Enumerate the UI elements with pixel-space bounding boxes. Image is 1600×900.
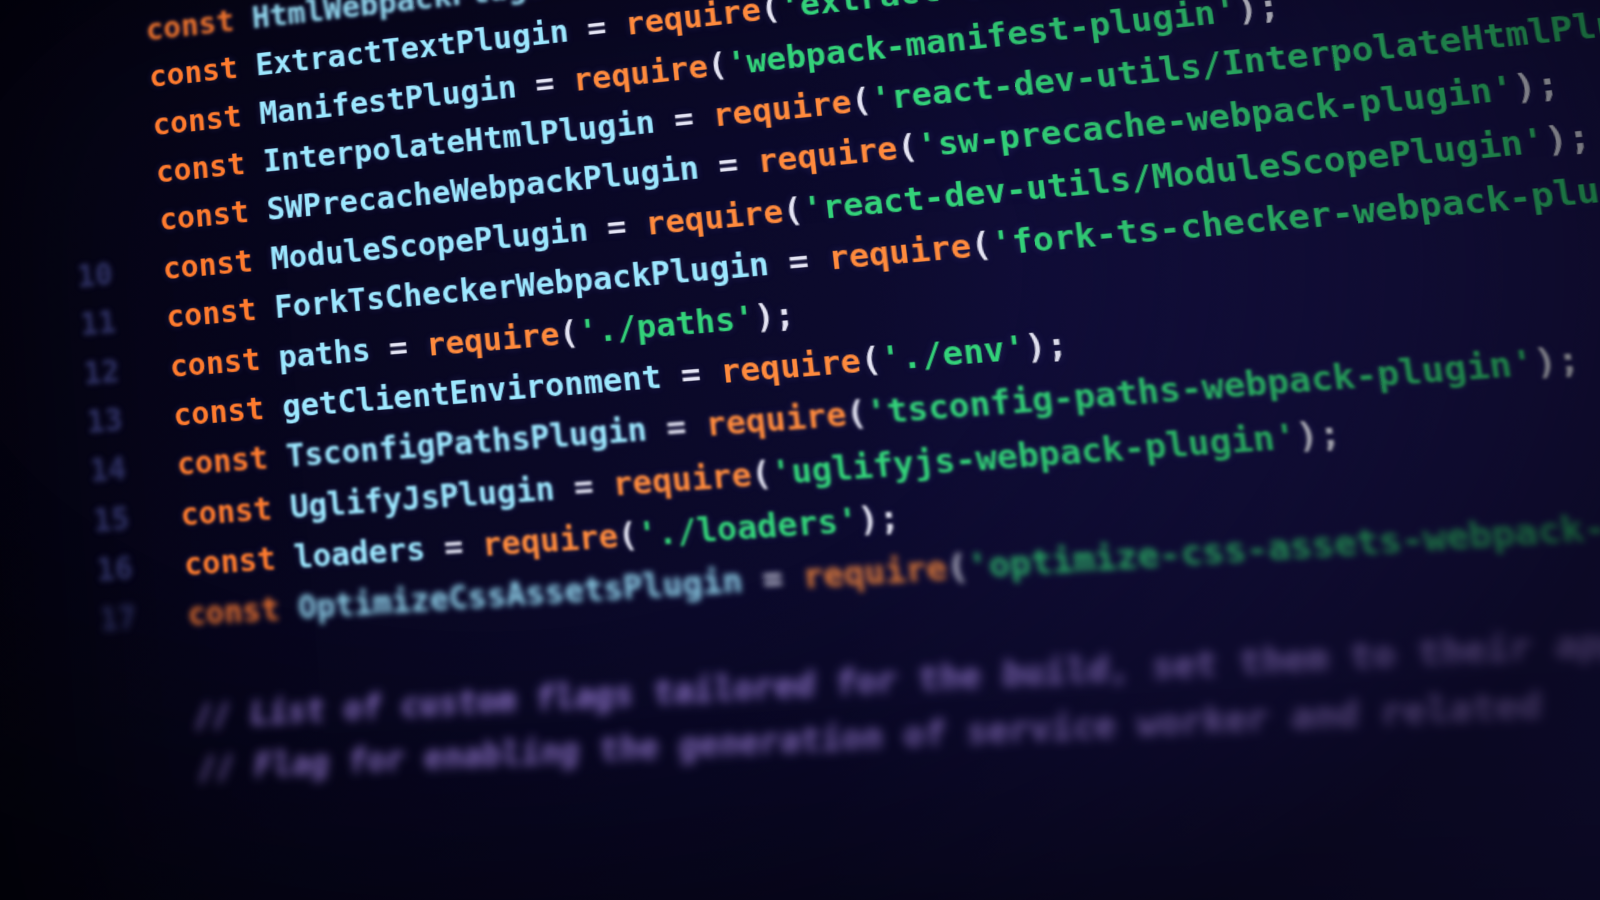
operator: ); [1542, 117, 1594, 161]
function-call: require [711, 84, 853, 135]
operator: = [659, 353, 722, 395]
string-literal: './env' [879, 329, 1028, 379]
keyword: const [165, 290, 276, 335]
operator: = [369, 327, 428, 368]
keyword: const [151, 96, 260, 142]
operator: = [586, 206, 648, 248]
operator [190, 646, 211, 684]
operator: = [553, 466, 615, 508]
function-call: require [425, 315, 561, 363]
operator: = [424, 527, 484, 568]
code-lines-container: const path = require('path');const webpa… [0, 0, 1600, 856]
function-call: require [718, 342, 862, 391]
operator: ); [1531, 340, 1583, 384]
function-call: require [571, 48, 709, 98]
function-call: require [481, 517, 620, 564]
code-editor-viewport: const path = require('path');const webpa… [0, 0, 1600, 900]
function-call: require [827, 227, 974, 277]
keyword: const [158, 193, 268, 239]
keyword: const [145, 1, 254, 47]
string-literal: './loaders' [636, 501, 861, 554]
keyword: const [183, 539, 296, 583]
operator: ); [856, 499, 901, 540]
line-number [0, 795, 204, 855]
function-call: require [611, 456, 753, 504]
string-literal: './paths' [577, 299, 757, 351]
operator: = [767, 240, 831, 283]
identifier: loaders [293, 530, 427, 576]
operator: ); [1234, 0, 1282, 29]
keyword: const [155, 144, 265, 190]
operator: = [515, 62, 575, 104]
code-content [190, 641, 212, 691]
operator: ); [1294, 413, 1344, 456]
keyword: const [148, 48, 257, 94]
keyword: const [179, 489, 291, 533]
operator: = [740, 558, 805, 600]
identifier: paths [277, 331, 372, 375]
function-call: require [801, 549, 949, 597]
keyword: const [186, 590, 299, 634]
operator: ); [1511, 65, 1562, 108]
function-call: require [704, 396, 849, 444]
keyword: const [172, 389, 284, 434]
keyword: const [162, 241, 272, 286]
operator: ); [753, 295, 797, 336]
operator: ); [1023, 325, 1070, 367]
keyword: const [176, 439, 288, 483]
operator: = [567, 7, 628, 49]
function-call: require [756, 130, 900, 181]
keyword: const [169, 339, 280, 384]
operator: = [645, 407, 708, 449]
operator: = [653, 98, 715, 140]
operator: = [697, 144, 760, 186]
function-call: require [644, 193, 785, 243]
